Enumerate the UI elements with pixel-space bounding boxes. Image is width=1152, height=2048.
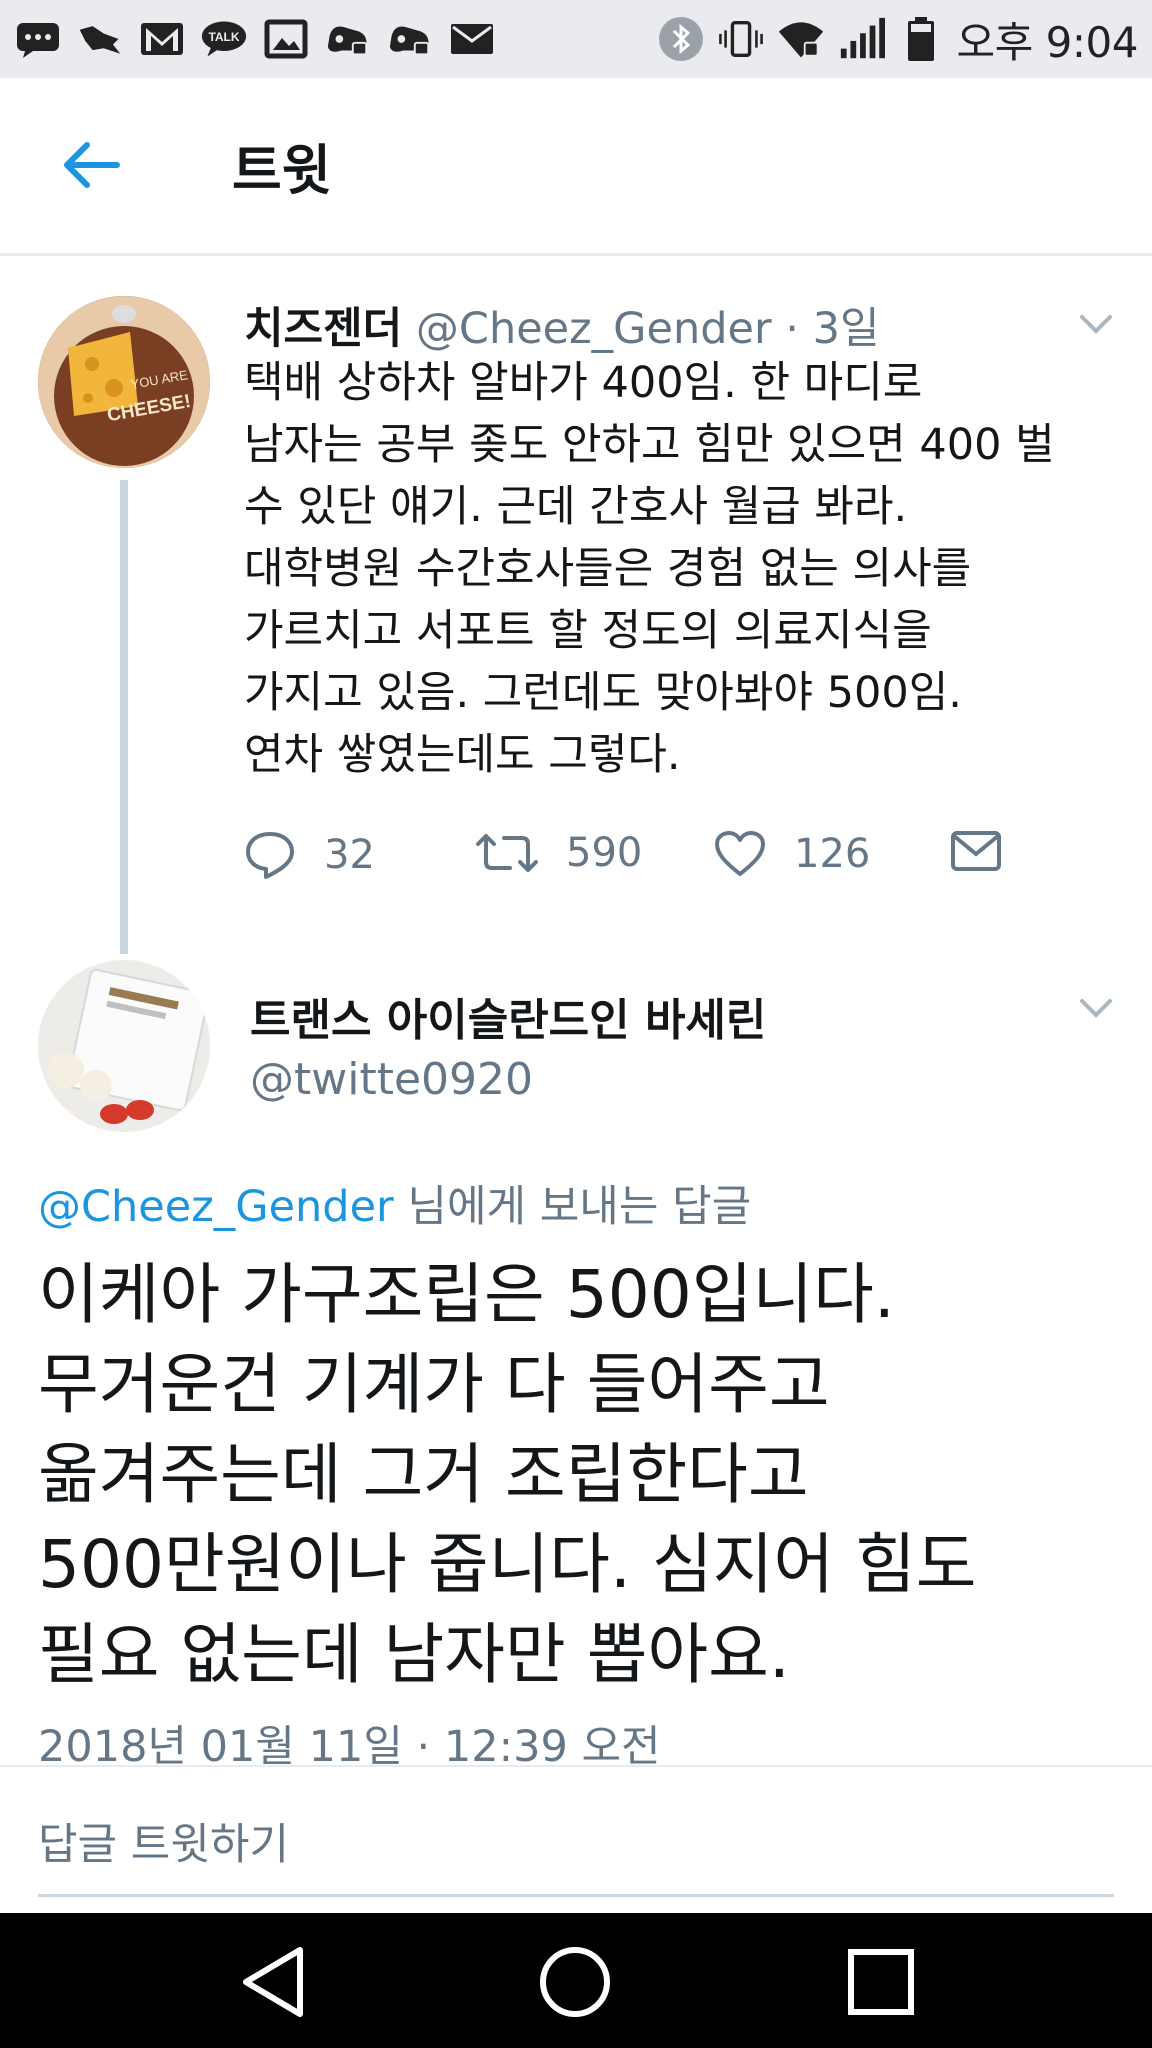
retweet-count: 590 bbox=[566, 830, 643, 876]
like-count: 126 bbox=[794, 831, 871, 877]
status-time: 오후 9:04 bbox=[956, 17, 1139, 67]
parent-tweet-handle[interactable]: @Cheez_Gender bbox=[416, 304, 772, 354]
thread-connector-line bbox=[120, 480, 128, 954]
reply-button[interactable]: 32 bbox=[244, 830, 375, 880]
parent-tweet-header: 치즈젠더 @Cheez_Gender · 3일 bbox=[244, 294, 880, 356]
back-arrow-icon bbox=[64, 142, 120, 188]
mail-icon bbox=[448, 19, 496, 59]
chevron-down-icon bbox=[1080, 315, 1112, 334]
parent-tweet-actions: 32 590 126 bbox=[244, 830, 1014, 890]
snack-photo-avatar-image bbox=[38, 960, 210, 1132]
reply-to-suffix: 님에게 보내는 답글 bbox=[393, 1182, 752, 1232]
parent-tweet-menu-button[interactable] bbox=[1078, 312, 1114, 336]
main-tweet-display-name[interactable]: 트랜스 아이슬란드인 바세린 bbox=[250, 984, 766, 1048]
reply-to-mention-link[interactable]: @Cheez_Gender bbox=[38, 1182, 394, 1232]
parent-tweet-time-ago: · 3일 bbox=[771, 304, 880, 354]
reply-count: 32 bbox=[324, 832, 375, 878]
retweet-icon bbox=[476, 834, 538, 872]
cheese-avatar-image: YOU ARE CHEESE! bbox=[38, 296, 210, 468]
divider bbox=[0, 1765, 1152, 1767]
signal-icon bbox=[837, 17, 885, 59]
kakaotalk-label: TALK bbox=[208, 30, 239, 44]
heart-icon bbox=[715, 831, 765, 876]
parent-tweet-avatar[interactable]: YOU ARE CHEESE! bbox=[38, 296, 210, 468]
nav-recent-apps-button[interactable] bbox=[826, 1937, 936, 2027]
main-tweet-menu-button[interactable] bbox=[1078, 996, 1114, 1020]
home-circle-icon bbox=[540, 1947, 610, 2017]
vibrate-icon bbox=[717, 19, 765, 59]
game-controller-icon bbox=[386, 19, 434, 59]
back-triangle-icon bbox=[243, 1947, 303, 2017]
app-header: 트윗 bbox=[0, 78, 1152, 256]
nav-home-button[interactable] bbox=[520, 1937, 630, 2027]
main-tweet-text: 이케아 가구조립은 500입니다. 무거운건 기계가 다 들어주고 옮겨주는데 … bbox=[38, 1256, 977, 1693]
chevron-down-icon bbox=[1080, 999, 1112, 1018]
status-bar-system: 오후 9:04 bbox=[657, 9, 1139, 70]
main-tweet-timestamp: 2018년 01월 11일 · 12:39 오전 bbox=[38, 1722, 661, 1764]
gallery-icon bbox=[262, 19, 310, 59]
android-navigation-bar bbox=[0, 1913, 1152, 2048]
status-bar-notifications: TALK bbox=[14, 19, 496, 59]
parent-tweet-display-name[interactable]: 치즈젠더 bbox=[244, 304, 402, 354]
page-title: 트윗 bbox=[232, 139, 332, 202]
replying-to-line: @Cheez_Gender 님에게 보내는 답글 bbox=[38, 1172, 751, 1234]
reply-icon bbox=[246, 832, 294, 879]
back-button[interactable] bbox=[56, 130, 126, 200]
bird-icon bbox=[76, 19, 124, 59]
reply-tweet-input[interactable]: 답글 트윗하기 bbox=[38, 1810, 289, 1872]
recent-apps-square-icon bbox=[848, 1949, 914, 2015]
nav-back-button[interactable] bbox=[218, 1937, 328, 2027]
chat-bubble-icon bbox=[14, 19, 62, 59]
kakaotalk-icon: TALK bbox=[200, 19, 248, 59]
main-tweet-handle[interactable]: @twitte0920 bbox=[250, 1054, 533, 1105]
status-bar: TALK 오후 9:04 bbox=[0, 0, 1152, 78]
envelope-icon bbox=[951, 831, 1001, 871]
wifi-icon bbox=[777, 19, 825, 59]
reply-input-underline bbox=[38, 1894, 1114, 1897]
main-tweet-avatar[interactable] bbox=[38, 960, 210, 1132]
parent-tweet-text: 택배 상하차 알바가 400임. 한 마디로 남자는 공부 좆도 안하고 힘만 … bbox=[244, 358, 1055, 780]
game-controller-icon bbox=[324, 19, 372, 59]
like-button[interactable]: 126 bbox=[714, 830, 870, 878]
battery-icon bbox=[897, 17, 945, 61]
retweet-button[interactable]: 590 bbox=[476, 830, 642, 876]
bluetooth-icon bbox=[657, 17, 705, 61]
direct-message-button[interactable] bbox=[950, 830, 1002, 872]
gmail-icon bbox=[138, 19, 186, 59]
